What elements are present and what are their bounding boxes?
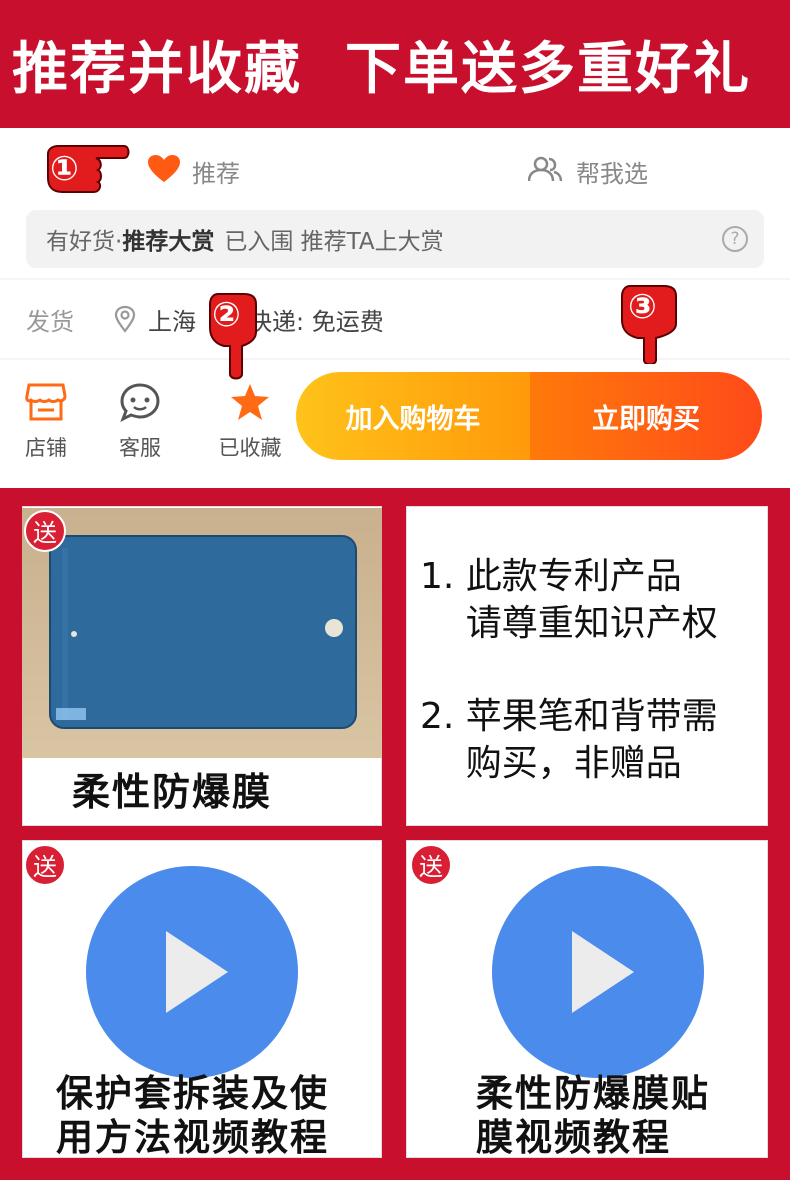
help-choose-label: 帮我选 <box>576 160 648 188</box>
gift-badge: 送 <box>24 510 66 552</box>
step-2-number: ② <box>212 295 241 335</box>
notes-text: 1. 此款专利产品 请尊重知识产权 2. 苹果笔和背带需 购买，非赠品 <box>420 556 718 785</box>
heart-icon <box>148 154 180 189</box>
step-1-number: ① <box>50 149 79 189</box>
chat-icon <box>100 380 180 424</box>
promo-banner: 推荐并收藏 下单送多重好礼 <box>0 0 790 128</box>
recommend-button[interactable]: 推荐 <box>148 154 240 189</box>
buy-now-button[interactable]: 立即购买 <box>530 372 762 460</box>
gift-badge: 送 <box>410 844 452 886</box>
shipping-label: 发货 <box>26 307 74 336</box>
tab-favorited-label: 已收藏 <box>218 436 282 460</box>
step-1-pointer: ① <box>40 140 132 206</box>
award-banner[interactable]: 有好货· 推荐大赏 已入围 推荐TA上大赏 ? <box>26 210 764 268</box>
tab-store[interactable]: 店铺 <box>6 380 86 462</box>
recommend-label: 推荐 <box>192 160 240 188</box>
case-video-caption: 保护套拆装及使 用方法视频教程 <box>56 1072 329 1160</box>
star-icon <box>208 380 292 424</box>
location-pin-icon <box>114 305 136 333</box>
play-icon <box>572 931 634 1013</box>
film-photo <box>22 508 382 758</box>
award-suffix: 已入围 推荐TA上大赏 <box>224 229 444 255</box>
tab-service[interactable]: 客服 <box>100 380 180 462</box>
award-title: 推荐大赏 <box>122 229 215 255</box>
gift-badge: 送 <box>24 844 66 886</box>
question-icon[interactable]: ? <box>722 226 748 252</box>
play-button[interactable] <box>86 866 298 1078</box>
app-screenshot: 推荐 帮我选 有好货· 推荐大赏 已入围 推荐TA上大赏 ? 发货 上海 快递: … <box>0 128 790 488</box>
play-icon <box>166 931 228 1013</box>
film-video-caption: 柔性防爆膜贴 膜视频教程 <box>476 1072 710 1160</box>
award-prefix: 有好货· <box>46 229 123 255</box>
users-icon <box>527 156 563 188</box>
step-2-pointer: ② <box>204 288 264 384</box>
store-icon <box>6 380 86 424</box>
shipping-method: 快递: 免运费 <box>248 307 384 336</box>
shipping-location: 上海 <box>148 307 196 336</box>
film-caption: 柔性防爆膜 <box>72 770 273 814</box>
tab-favorited[interactable]: 已收藏 <box>208 380 292 462</box>
tab-store-label: 店铺 <box>25 436 67 460</box>
step-3-pointer: ③ <box>616 282 686 368</box>
action-bar: 店铺 客服 已收藏 加入购物车 立即购买 <box>0 360 790 488</box>
tab-service-label: 客服 <box>119 436 161 460</box>
help-choose-button[interactable]: 帮我选 <box>527 154 648 189</box>
step-3-number: ③ <box>628 287 657 327</box>
play-button[interactable] <box>492 866 704 1078</box>
add-to-cart-button[interactable]: 加入购物车 <box>296 372 530 460</box>
